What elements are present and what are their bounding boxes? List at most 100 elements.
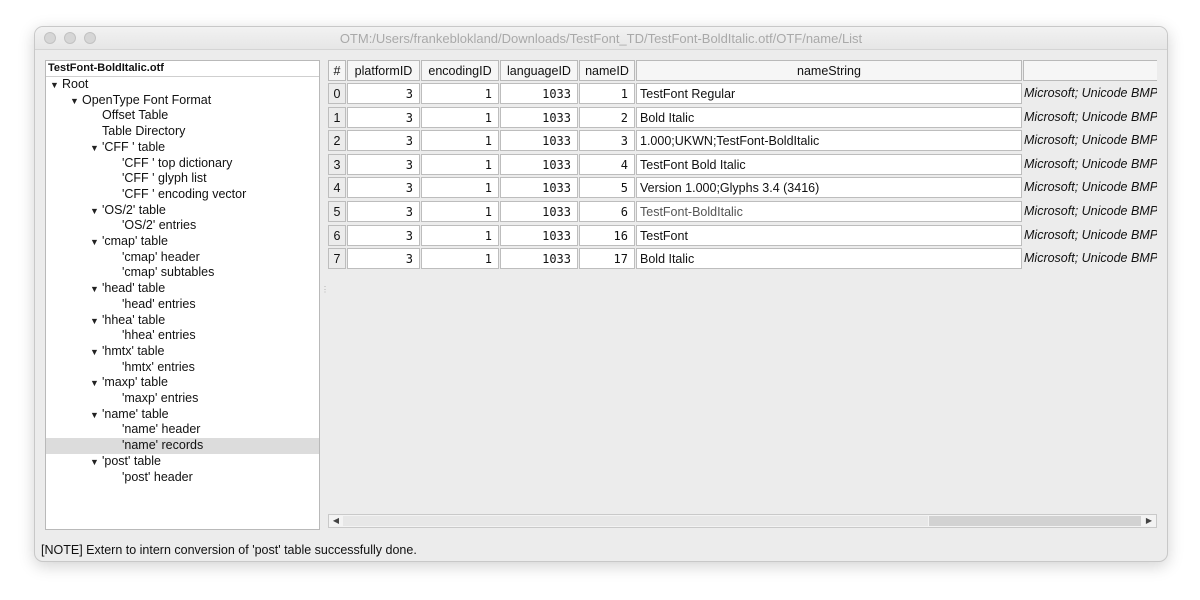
tree-item[interactable]: 'hmtx' entries [46, 360, 319, 376]
column-header-platform[interactable] [1023, 60, 1157, 81]
cell-platformid[interactable]: 3 [347, 224, 420, 246]
tree-item[interactable]: ▼ 'OS/2' table [46, 203, 319, 219]
disclosure-triangle-icon[interactable]: ▼ [90, 141, 102, 157]
cell-languageid[interactable]: 1033 [500, 153, 578, 175]
cell-nameid[interactable]: 17 [579, 248, 635, 270]
cell-platformid[interactable]: 3 [347, 130, 420, 152]
cell-namestring[interactable]: TestFont-BoldItalic [636, 201, 1022, 222]
cell-languageid[interactable]: 1033 [500, 130, 578, 152]
cell-nameid[interactable]: 2 [579, 106, 635, 128]
cell-platformid[interactable]: 3 [347, 106, 420, 128]
row-index-cell: 5 [328, 201, 346, 222]
column-header-nameid[interactable]: nameID [579, 60, 635, 81]
tree-item[interactable]: ▼'head' table [46, 281, 319, 297]
disclosure-triangle-icon[interactable]: ▼ [90, 204, 102, 220]
tree-item-label: 'name' table [102, 406, 169, 421]
tree-item[interactable]: 'name' records [46, 438, 319, 454]
cell-encodingid[interactable]: 1 [421, 153, 499, 175]
scrollbar-track[interactable] [343, 516, 928, 526]
column-header-encodingid[interactable]: encodingID [421, 60, 499, 81]
tree-item[interactable]: 'name' header [46, 422, 319, 438]
cell-namestring[interactable]: TestFont [636, 224, 1022, 246]
tree-item[interactable]: ▼ OpenType Font Format [46, 93, 319, 109]
scroll-right-icon[interactable]: ▶ [1142, 515, 1156, 527]
tree-item[interactable]: ▼'post' table [46, 454, 319, 470]
tree-item-label: 'cmap' table [102, 234, 168, 248]
tree-item[interactable]: 'maxp' entries [46, 391, 319, 407]
splitter-grip-icon[interactable]: ⋮ [321, 285, 329, 299]
column-header-platformid[interactable]: platformID [347, 60, 420, 81]
cell-languageid[interactable]: 1033 [500, 201, 578, 222]
cell-nameid[interactable]: 1 [579, 83, 635, 104]
cell-languageid[interactable]: 1033 [500, 224, 578, 246]
disclosure-triangle-icon[interactable]: ▼ [90, 408, 102, 424]
row-index-cell: 6 [328, 224, 346, 246]
tree-item[interactable]: Table Directory [46, 124, 319, 140]
column-header-namestring[interactable]: nameString [636, 60, 1022, 81]
disclosure-triangle-icon[interactable]: ▼ [90, 455, 102, 471]
cell-nameid[interactable]: 4 [579, 153, 635, 175]
tree-item[interactable]: ▼'cmap' table [46, 234, 319, 250]
tree-item[interactable]: 'head' entries [46, 297, 319, 313]
disclosure-triangle-icon[interactable]: ▼ [90, 235, 102, 251]
cell-platformid[interactable]: 3 [347, 83, 420, 104]
column-header-languageid[interactable]: languageID [500, 60, 578, 81]
tree-item[interactable]: 'post' header [46, 470, 319, 486]
cell-encodingid[interactable]: 1 [421, 224, 499, 246]
cell-languageid[interactable]: 1033 [500, 83, 578, 104]
tree-item[interactable]: 'hhea' entries [46, 328, 319, 344]
scroll-left-icon[interactable]: ◀ [329, 515, 343, 527]
tree-item[interactable]: ▼'hmtx' table [46, 344, 319, 360]
disclosure-triangle-icon[interactable]: ▼ [90, 314, 102, 330]
tree-item[interactable]: ▼'hhea' table [46, 313, 319, 329]
cell-languageid[interactable]: 1033 [500, 106, 578, 128]
tree-item[interactable]: 'cmap' header [46, 250, 319, 266]
cell-encodingid[interactable]: 1 [421, 130, 499, 152]
scrollbar-thumb[interactable] [929, 516, 1141, 526]
tree-header: TestFont-BoldItalic.otf [46, 61, 319, 77]
cell-platform: Microsoft; Unicode BMP [1024, 251, 1157, 266]
tree-item[interactable]: 'CFF ' top dictionary [46, 156, 319, 172]
cell-languageid[interactable]: 1033 [500, 248, 578, 270]
cell-nameid[interactable]: 5 [579, 177, 635, 199]
cell-encodingid[interactable]: 1 [421, 177, 499, 199]
disclosure-triangle-icon[interactable]: ▼ [90, 376, 102, 392]
cell-platformid[interactable]: 3 [347, 153, 420, 175]
tree-item[interactable]: 'cmap' subtables [46, 265, 319, 281]
tree-item[interactable]: ▼ 'CFF ' table [46, 140, 319, 156]
disclosure-triangle-icon[interactable]: ▼ [70, 94, 82, 110]
cell-languageid[interactable]: 1033 [500, 177, 578, 199]
tree-item[interactable]: ▼'maxp' table [46, 375, 319, 391]
tree-item[interactable]: Offset Table [46, 108, 319, 124]
tree-item[interactable]: 'CFF ' glyph list [46, 171, 319, 187]
cell-namestring[interactable]: 1.000;UKWN;TestFont-BoldItalic [636, 130, 1022, 152]
cell-platformid[interactable]: 3 [347, 248, 420, 270]
cell-nameid[interactable]: 6 [579, 201, 635, 222]
cell-namestring[interactable]: Version 1.000;Glyphs 3.4 (3416) [636, 177, 1022, 199]
column-header-index[interactable]: # [328, 60, 346, 81]
disclosure-triangle-icon[interactable]: ▼ [90, 282, 102, 298]
tree-item[interactable]: ▼ Root [46, 77, 319, 93]
cell-encodingid[interactable]: 1 [421, 83, 499, 104]
tree-item-label: 'hhea' entries [122, 328, 196, 343]
tree-item[interactable]: ▼'name' table [46, 407, 319, 423]
cell-namestring[interactable]: TestFont Bold Italic [636, 153, 1022, 175]
cell-encodingid[interactable]: 1 [421, 248, 499, 270]
cell-namestring[interactable]: TestFont Regular [636, 83, 1022, 104]
horizontal-scrollbar[interactable]: ◀ ▶ [328, 514, 1157, 528]
cell-platformid[interactable]: 3 [347, 177, 420, 199]
cell-encodingid[interactable]: 1 [421, 106, 499, 128]
cell-nameid[interactable]: 3 [579, 130, 635, 152]
cell-nameid[interactable]: 16 [579, 224, 635, 246]
cell-namestring[interactable]: Bold Italic [636, 106, 1022, 128]
tree-item-label: Root [62, 77, 89, 91]
tree-item[interactable]: 'OS/2' entries [46, 218, 319, 234]
disclosure-triangle-icon[interactable]: ▼ [90, 345, 102, 361]
cell-platformid[interactable]: 3 [347, 201, 420, 222]
tree-item[interactable]: 'CFF ' encoding vector [46, 187, 319, 203]
cell-encodingid[interactable]: 1 [421, 201, 499, 222]
tree-item-label: 'OS/2' entries [122, 218, 197, 233]
cell-namestring[interactable]: Bold Italic [636, 248, 1022, 270]
tree-item-label: 'hmtx' entries [122, 359, 195, 374]
disclosure-triangle-icon[interactable]: ▼ [50, 78, 62, 94]
